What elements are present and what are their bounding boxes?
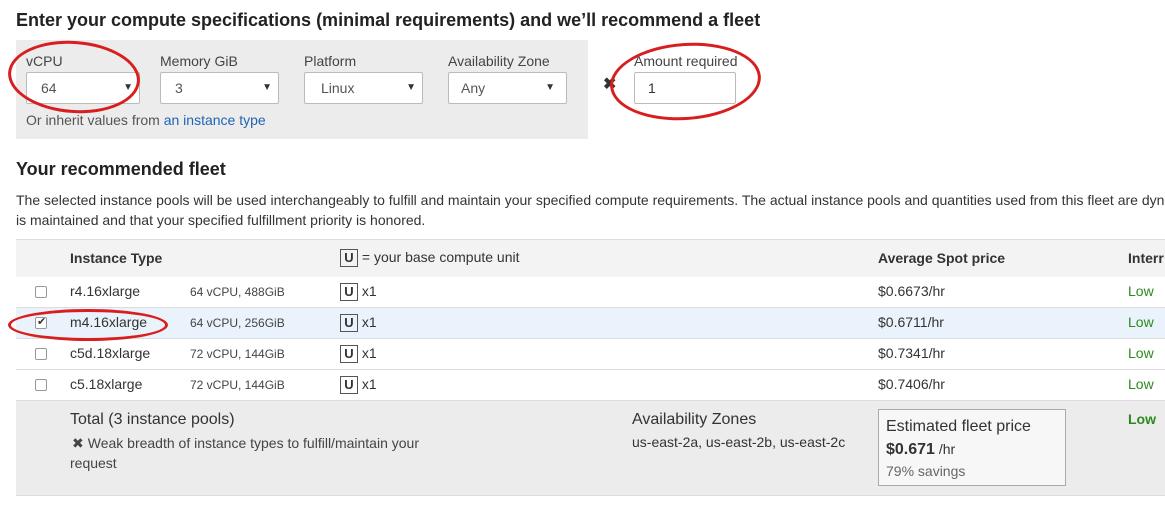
instance-spec: 72 vCPU, 144GiB [190, 347, 285, 361]
unit-cell: U x1 [340, 283, 377, 302]
header-instance-type: Instance Type [70, 250, 163, 266]
platform-label: Platform [304, 53, 357, 69]
instance-name: c5d.18xlarge [70, 345, 151, 361]
estimated-price-value: $0.671 [886, 441, 935, 458]
multiply-icon: ✖ [603, 76, 617, 93]
az-label: Availability Zone [448, 53, 550, 69]
savings-text: 79% savings [886, 463, 966, 479]
close-icon: ✖ [72, 435, 84, 451]
unit-qty: x1 [361, 376, 377, 392]
az-summary-title: Availability Zones [632, 411, 757, 428]
instance-name: m4.16xlarge [70, 314, 148, 330]
table-header: Instance Type U = your base compute unit… [16, 239, 1165, 278]
memory-value: 3 [175, 80, 183, 96]
unit-qty: x1 [361, 283, 377, 299]
instance-type-link[interactable]: an instance type [164, 112, 266, 128]
row-checkbox[interactable] [35, 379, 47, 391]
chevron-down-icon: ▼ [406, 82, 416, 93]
unit-cell: U x1 [340, 314, 377, 333]
fleet-description-line-1: The selected instance pools will be used… [16, 192, 1165, 208]
inherit-text: Or inherit values from an instance type [26, 112, 266, 128]
chevron-down-icon: ▼ [545, 82, 555, 93]
unit-icon: U [340, 283, 358, 302]
platform-value: Linux [321, 80, 355, 96]
unit-icon: U [340, 345, 358, 364]
estimated-price-unit: /hr [934, 441, 956, 457]
row-checkbox[interactable] [35, 315, 47, 329]
row-checkbox[interactable] [35, 286, 47, 298]
estimated-price-box: Estimated fleet price $0.671 /hr 79% sav… [878, 409, 1066, 486]
instance-spec: 64 vCPU, 256GiB [190, 316, 285, 330]
instance-name: r4.16xlarge [70, 283, 141, 299]
table-row[interactable]: r4.16xlarge 64 vCPU, 488GiB U x1 $0.6673… [16, 277, 1165, 308]
estimated-price: $0.671 /hr [886, 441, 955, 459]
memory-label: Memory GiB [160, 53, 238, 69]
breadth-warning-text: Weak breadth of instance types to fulfil… [70, 435, 419, 471]
instance-spec: 64 vCPU, 488GiB [190, 285, 285, 299]
interruption-level: Low [1128, 345, 1154, 361]
vcpu-label: vCPU [26, 53, 63, 69]
fleet-title: Your recommended fleet [16, 159, 226, 179]
estimated-price-title: Estimated fleet price [886, 418, 1031, 435]
fleet-description: The selected instance pools will be used… [16, 190, 1165, 230]
platform-select[interactable]: Linux ▼ [304, 72, 423, 104]
amount-label: Amount required [634, 53, 738, 69]
inherit-prefix: Or inherit values from [26, 112, 164, 128]
fleet-description-line-2: is maintained and that your specified fu… [16, 212, 426, 228]
header-unit-desc: = your base compute unit [361, 249, 520, 265]
header-price: Average Spot price [878, 250, 1006, 266]
spot-price: $0.7341/hr [878, 345, 945, 361]
chevron-down-icon: ▼ [123, 82, 133, 93]
vcpu-select[interactable]: 64 ▼ [26, 72, 140, 104]
page-title: Enter your compute specifications (minim… [16, 10, 761, 30]
header-unit: U = your base compute unit [340, 249, 520, 268]
amount-input[interactable]: 1 [634, 72, 736, 104]
row-checkbox[interactable] [35, 348, 47, 360]
unit-qty: x1 [361, 345, 377, 361]
interruption-level: Low [1128, 283, 1154, 299]
vcpu-value: 64 [41, 80, 57, 96]
unit-cell: U x1 [340, 345, 377, 364]
az-value: Any [461, 80, 486, 96]
spot-price: $0.6673/hr [878, 283, 945, 299]
spot-price: $0.6711/hr [878, 314, 944, 330]
unit-cell: U x1 [340, 376, 377, 395]
unit-icon: U [340, 376, 358, 395]
spot-price: $0.7406/hr [878, 376, 945, 392]
memory-select[interactable]: 3 ▼ [160, 72, 279, 104]
unit-qty: x1 [361, 314, 377, 330]
az-select[interactable]: Any ▼ [448, 72, 567, 104]
table-row[interactable]: c5.18xlarge 72 vCPU, 144GiB U x1 $0.7406… [16, 370, 1165, 401]
interruption-level: Low [1128, 376, 1154, 392]
fleet-total: Total (3 instance pools) ✖ Weak breadth o… [16, 401, 1165, 496]
header-interruption: Interr [1128, 250, 1164, 266]
unit-icon: U [340, 249, 358, 268]
table-row[interactable]: m4.16xlarge 64 vCPU, 256GiB U x1 $0.6711… [16, 308, 1165, 339]
interruption-level: Low [1128, 314, 1154, 330]
az-summary-list: us-east-2a, us-east-2b, us-east-2c [632, 434, 846, 450]
instance-spec: 72 vCPU, 144GiB [190, 378, 285, 392]
breadth-warning: ✖ Weak breadth of instance types to fulfi… [70, 433, 450, 473]
total-title: Total (3 instance pools) [70, 411, 235, 428]
instance-name: c5.18xlarge [70, 376, 143, 392]
table-row[interactable]: c5d.18xlarge 72 vCPU, 144GiB U x1 $0.734… [16, 339, 1165, 370]
total-interruption-level: Low [1128, 411, 1156, 427]
chevron-down-icon: ▼ [262, 82, 272, 93]
unit-icon: U [340, 314, 358, 333]
